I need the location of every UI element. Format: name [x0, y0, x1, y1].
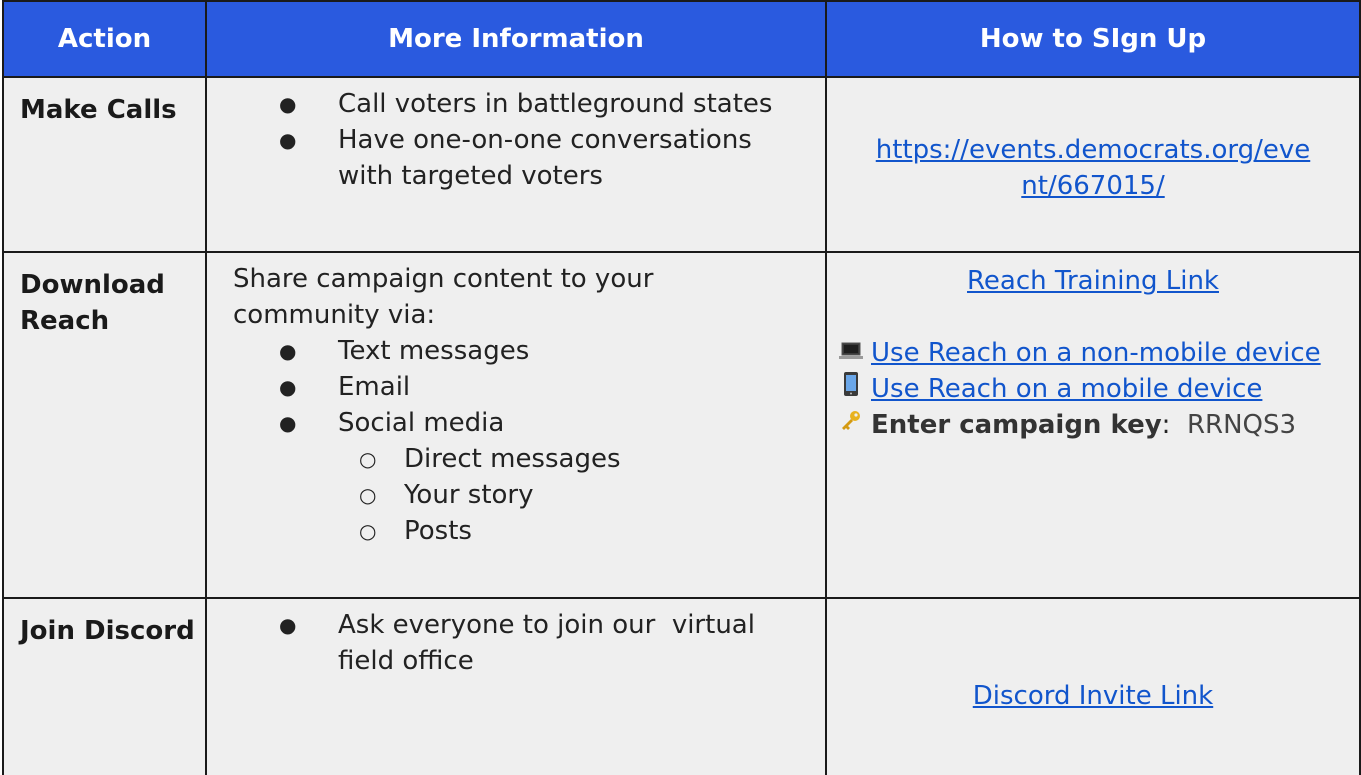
signup-make-calls: https://events.democrats.org/eve nt/66701…	[825, 76, 1361, 253]
list-item: Email	[279, 369, 815, 405]
action-make-calls: Make Calls	[2, 76, 207, 253]
sub-list-item: Direct messages	[359, 441, 815, 477]
nonmobile-reach-link[interactable]: Use Reach on a non-mobile device	[871, 338, 1321, 368]
table-row: Make Calls Call voters in battleground s…	[2, 76, 1361, 253]
bullet-list: Call voters in battleground states Have …	[233, 86, 815, 194]
mobile-line: Use Reach on a mobile device	[835, 371, 1351, 407]
campaign-key-label: Enter campaign key	[871, 410, 1162, 440]
discord-invite-link[interactable]: Discord Invite Link	[973, 681, 1213, 711]
table-row: Join Discord Ask everyone to join our vi…	[2, 597, 1361, 775]
action-join-discord: Join Discord	[2, 597, 207, 775]
table-row: Download Reach Share campaign content to…	[2, 251, 1361, 599]
campaign-key-value: RRNQS3	[1186, 410, 1297, 440]
signup-download-reach: Reach Training Link Use Reach on a non-m…	[825, 251, 1361, 599]
key-icon	[837, 407, 865, 443]
list-item: Social media Direct messages Your story …	[279, 405, 815, 549]
events-signup-link[interactable]: https://events.democrats.org/eve nt/66701…	[876, 135, 1311, 201]
campaign-key-line: Enter campaign key: RRNQS3	[835, 407, 1351, 443]
mobile-phone-icon	[837, 371, 865, 407]
info-download-reach: Share campaign content to your community…	[205, 251, 827, 599]
list-item: Call voters in battleground states	[279, 86, 815, 122]
bullet-list: Text messages Email Social media Direct …	[233, 333, 815, 549]
list-item: Text messages	[279, 333, 815, 369]
header-action: Action	[2, 0, 207, 78]
info-make-calls: Call voters in battleground states Have …	[205, 76, 827, 253]
bullet-list: Ask everyone to join our virtual field o…	[233, 607, 815, 679]
link-text-line-1: https://events.democrats.org/eve	[875, 134, 1311, 165]
sub-list-item: Posts	[359, 513, 815, 549]
list-item: Ask everyone to join our virtual field o…	[279, 607, 795, 679]
link-text-line-2: nt/667015/	[1021, 170, 1165, 201]
sub-bullet-list: Direct messages Your story Posts	[338, 441, 815, 549]
campaign-key-separator: :	[1161, 410, 1171, 440]
table-header-row: Action More Information How to SIgn Up	[2, 0, 1361, 78]
reach-training-link[interactable]: Reach Training Link	[967, 266, 1219, 296]
sub-list-item: Your story	[359, 477, 815, 513]
list-item-label: Social media	[338, 408, 505, 438]
header-more-information: More Information	[205, 0, 827, 78]
nonmobile-line: Use Reach on a non-mobile device	[835, 335, 1351, 371]
action-download-reach: Download Reach	[2, 251, 207, 599]
list-item: Have one-on-one conversations with targe…	[279, 122, 815, 194]
reach-intro-text: Share campaign content to your community…	[233, 264, 654, 330]
laptop-icon	[837, 335, 865, 371]
header-how-to-sign-up: How to SIgn Up	[825, 0, 1361, 78]
signup-actions-table: Action More Information How to SIgn Up M…	[2, 0, 1361, 775]
signup-join-discord: Discord Invite Link	[825, 597, 1361, 775]
info-join-discord: Ask everyone to join our virtual field o…	[205, 597, 827, 775]
mobile-reach-link[interactable]: Use Reach on a mobile device	[871, 374, 1262, 404]
